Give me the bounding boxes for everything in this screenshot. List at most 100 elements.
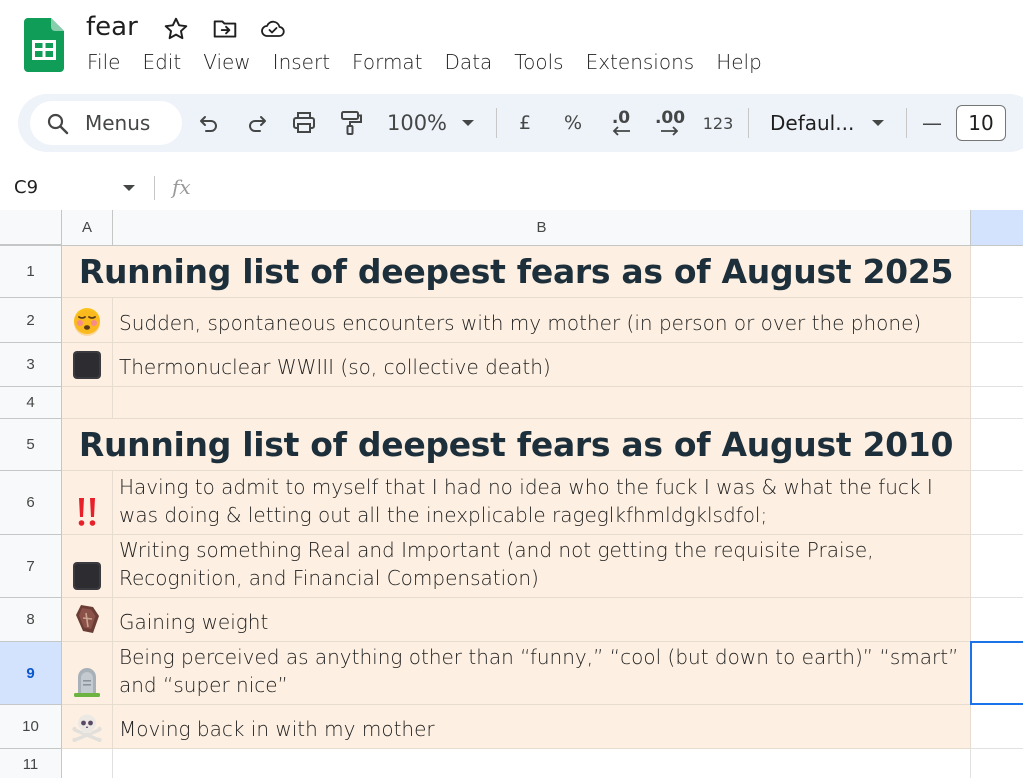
cell[interactable] — [971, 343, 1023, 387]
select-all-corner[interactable] — [0, 210, 62, 248]
star-icon[interactable] — [163, 16, 189, 42]
menu-help[interactable]: Help — [705, 50, 773, 78]
increase-decimal-label: .00 — [654, 108, 686, 128]
row-header[interactable]: 9 — [0, 642, 62, 705]
chevron-down-icon — [872, 120, 884, 126]
row-header[interactable]: 6 — [0, 471, 62, 535]
active-cell-c9[interactable] — [970, 641, 1023, 705]
print-button[interactable] — [288, 108, 320, 138]
menu-file[interactable]: File — [76, 50, 131, 78]
fx-icon: fx — [172, 175, 191, 199]
toolbar: Menus 100% £ % .0 .00 123 Defaul... — 10 — [18, 94, 1023, 152]
fear-item-text[interactable]: Writing something Real and Important (an… — [113, 535, 971, 598]
fear-item-text[interactable]: Having to admit to myself that I had no … — [113, 471, 971, 535]
chevron-down-icon[interactable] — [122, 184, 136, 193]
cloud-saved-icon[interactable] — [260, 16, 286, 42]
increase-decimal-button[interactable]: .00 — [650, 108, 690, 138]
cell[interactable] — [113, 749, 971, 778]
menu-bar: File Edit View Insert Format Data Tools … — [76, 50, 773, 78]
black-square-icon — [73, 351, 101, 379]
section-heading-2025[interactable]: Running list of deepest fears as of Augu… — [62, 246, 971, 298]
move-folder-icon[interactable] — [212, 16, 238, 42]
font-dropdown-button[interactable] — [868, 108, 888, 138]
icon-cell[interactable] — [62, 343, 113, 387]
chevron-down-icon — [462, 120, 474, 126]
search-label: Menus — [85, 111, 151, 135]
menu-extensions[interactable]: Extensions — [575, 50, 706, 78]
percent-button[interactable]: % — [560, 108, 586, 138]
decrease-decimal-button[interactable]: .0 — [604, 108, 638, 138]
headstone-icon — [74, 668, 100, 697]
document-title[interactable]: fear — [86, 12, 138, 42]
column-header-a[interactable]: A — [62, 210, 113, 246]
icon-cell[interactable] — [62, 642, 113, 705]
menu-view[interactable]: View — [192, 50, 261, 78]
toolbar-divider — [496, 108, 497, 138]
icon-cell[interactable] — [62, 535, 113, 598]
search-menus-button[interactable]: Menus — [30, 101, 182, 145]
undo-button[interactable] — [194, 108, 224, 138]
menu-insert[interactable]: Insert — [262, 50, 341, 78]
icon-cell[interactable] — [62, 705, 113, 749]
minus-icon: — — [922, 111, 942, 135]
cell[interactable] — [62, 749, 113, 778]
cell[interactable] — [971, 598, 1023, 642]
zoom-dropdown-button[interactable] — [458, 108, 478, 138]
column-header-c[interactable] — [971, 210, 1023, 246]
cell[interactable] — [113, 387, 971, 419]
cell[interactable] — [971, 749, 1023, 778]
cell[interactable] — [971, 419, 1023, 471]
row-header[interactable]: 7 — [0, 535, 62, 598]
sheets-logo-icon[interactable] — [24, 18, 64, 72]
menu-tools[interactable]: Tools — [503, 50, 574, 78]
percent-label: % — [563, 112, 583, 134]
row-header[interactable]: 4 — [0, 387, 62, 419]
paint-format-button[interactable] — [336, 108, 366, 138]
row-header[interactable]: 1 — [0, 246, 62, 298]
fear-item-text[interactable]: Sudden, spontaneous encounters with my m… — [113, 298, 971, 343]
name-box[interactable]: C9 — [14, 177, 38, 198]
row-header[interactable]: 3 — [0, 343, 62, 387]
cell[interactable] — [971, 387, 1023, 419]
decrease-font-size-button[interactable]: — — [920, 108, 944, 138]
more-formats-button[interactable]: 123 — [700, 108, 736, 138]
zoom-select[interactable]: 100% — [386, 108, 448, 138]
row-header[interactable]: 10 — [0, 705, 62, 749]
section-heading-2010[interactable]: Running list of deepest fears as of Augu… — [62, 419, 971, 471]
decrease-decimal-label: .0 — [611, 108, 631, 128]
cell[interactable] — [62, 387, 113, 419]
tired-face-emoji-icon — [74, 308, 100, 336]
column-header-b[interactable]: B — [113, 210, 971, 246]
title-bar: fear File Edit View Insert Format Data T… — [0, 0, 1023, 92]
black-square-icon — [73, 562, 101, 590]
cell[interactable] — [971, 705, 1023, 749]
cell[interactable] — [971, 471, 1023, 535]
print-icon — [293, 112, 315, 133]
icon-cell[interactable] — [62, 598, 113, 642]
fear-item-text[interactable]: Being perceived as anything other than “… — [113, 642, 971, 705]
menu-edit[interactable]: Edit — [131, 50, 192, 78]
row-header[interactable]: 8 — [0, 598, 62, 642]
currency-button[interactable]: £ — [514, 108, 536, 138]
fear-item-text[interactable]: Moving back in with my mother — [113, 705, 971, 749]
font-select[interactable]: Defaul... — [770, 108, 856, 138]
redo-button[interactable] — [242, 108, 272, 138]
row-header[interactable]: 11 — [0, 749, 62, 778]
fear-item-text[interactable]: Thermonuclear WWIII (so, collective deat… — [113, 343, 971, 387]
menu-format[interactable]: Format — [341, 50, 433, 78]
cell[interactable] — [971, 246, 1023, 298]
icon-cell[interactable] — [62, 298, 113, 343]
formula-bar: C9 fx — [0, 166, 1023, 211]
cell[interactable] — [971, 298, 1023, 343]
icon-cell[interactable] — [62, 471, 113, 535]
spreadsheet-grid: A B 1 Running list of deepest fears as o… — [0, 210, 1023, 778]
row-header[interactable]: 2 — [0, 298, 62, 343]
menu-data[interactable]: Data — [434, 50, 504, 78]
cell[interactable] — [971, 535, 1023, 598]
font-size-input[interactable]: 10 — [956, 105, 1006, 141]
fear-item-text[interactable]: Gaining weight — [113, 598, 971, 642]
skull-crossbones-icon — [72, 714, 102, 742]
zoom-value: 100% — [386, 111, 448, 135]
paint-format-icon — [341, 111, 362, 135]
row-header[interactable]: 5 — [0, 419, 62, 471]
